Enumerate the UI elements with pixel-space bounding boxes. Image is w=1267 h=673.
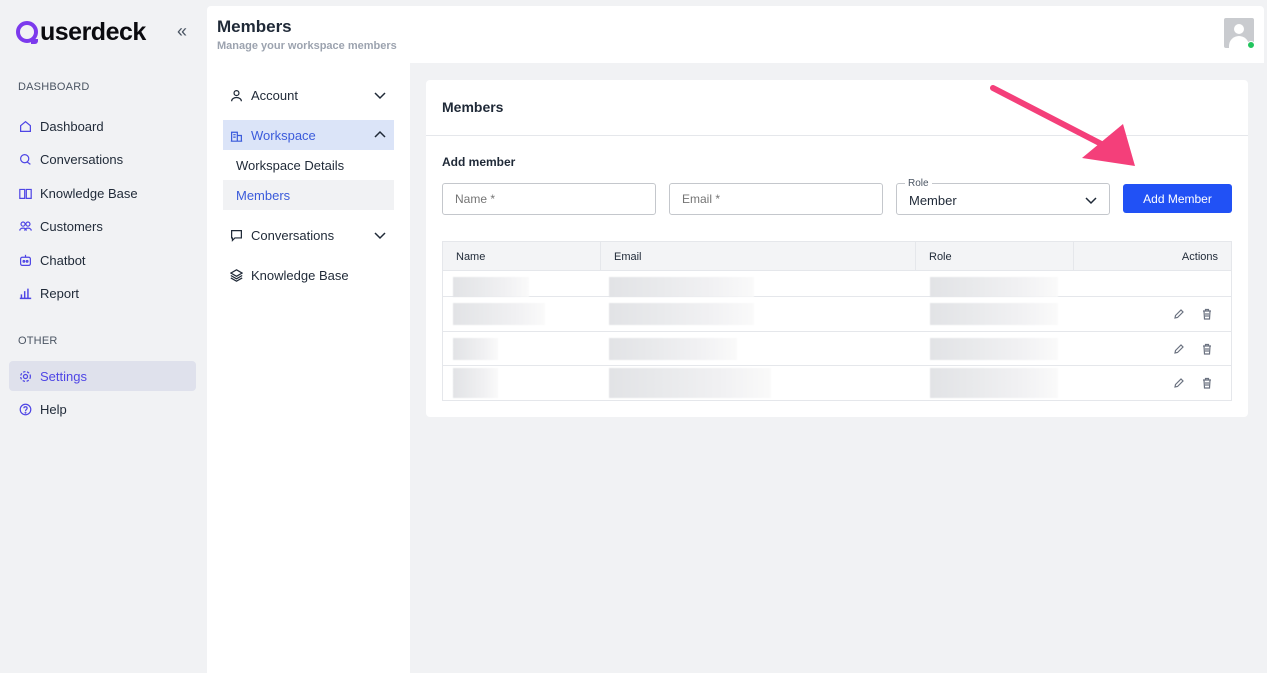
home-icon: [20, 120, 31, 132]
page-subtitle: Manage your workspace members: [217, 40, 397, 52]
edit-pencil-icon[interactable]: [1173, 377, 1185, 389]
book-icon: [19, 188, 32, 199]
sidebar-item-label: Report: [40, 285, 80, 301]
sidebar-item-chatbot[interactable]: Chatbot: [9, 245, 196, 275]
subnav-label: Account: [251, 87, 298, 103]
role-select-value: Member: [909, 193, 957, 208]
divider: [426, 135, 1248, 136]
sidebar-item-help[interactable]: Help: [9, 394, 196, 424]
sidebar-item-label: Customers: [40, 218, 103, 234]
sidebar-item-report[interactable]: Report: [9, 278, 196, 308]
name-field[interactable]: [442, 183, 656, 215]
sidebar: userdeck « DASHBOARD Dashboard Conversat…: [0, 0, 206, 673]
row-actions: [1074, 332, 1231, 365]
subnav-members[interactable]: Members: [223, 180, 394, 210]
layers-icon: [230, 268, 243, 282]
redacted-role: [916, 297, 1074, 331]
column-header-actions: Actions: [1181, 250, 1218, 263]
subnav-label: Workspace: [251, 127, 316, 143]
column-header-name[interactable]: Name: [443, 242, 601, 271]
redacted-email: [601, 271, 916, 297]
subnav-label: Conversations: [251, 227, 335, 243]
sidebar-item-label: Settings: [40, 368, 87, 384]
add-member-button[interactable]: Add Member: [1123, 184, 1232, 213]
sidebar-item-label: Knowledge Base: [40, 185, 138, 201]
redacted-name: [443, 332, 601, 365]
trash-icon[interactable]: [1201, 308, 1213, 320]
table-row: [443, 297, 1231, 332]
subnav-workspace[interactable]: Workspace: [223, 120, 394, 150]
page-header: Members Manage your workspace members: [207, 6, 1264, 63]
sidebar-item-label: Chatbot: [40, 252, 86, 268]
gear-icon: [20, 370, 31, 382]
subnav-knowledge-base[interactable]: Knowledge Base: [223, 260, 394, 290]
sidebar-item-customers[interactable]: Customers: [9, 211, 196, 241]
subnav-account[interactable]: Account: [223, 80, 394, 110]
building-icon: [230, 131, 243, 142]
redacted-name: [443, 366, 601, 400]
row-actions: [1074, 271, 1231, 296]
subnav-conversations[interactable]: Conversations: [223, 220, 394, 250]
add-member-heading: Add member: [442, 155, 516, 169]
section-label-other: OTHER: [18, 335, 58, 347]
redacted-name: [443, 297, 601, 331]
edit-pencil-icon[interactable]: [1173, 308, 1185, 320]
row-actions: [1074, 366, 1231, 400]
table-row: [443, 332, 1231, 366]
table-header: Name Email Role Actions: [443, 242, 1231, 271]
role-select[interactable]: Role Member: [896, 178, 1110, 215]
subnav-label: Knowledge Base: [251, 267, 349, 283]
bar-chart-icon: [19, 288, 32, 299]
redacted-role: [916, 366, 1074, 400]
section-label-dashboard: DASHBOARD: [18, 81, 90, 93]
card-title: Members: [442, 99, 504, 115]
trash-icon[interactable]: [1201, 377, 1213, 389]
logo-text: userdeck: [40, 18, 146, 46]
redacted-name: [443, 271, 601, 297]
chevron-down-icon: [1085, 197, 1097, 205]
chevron-down-icon: [374, 92, 386, 100]
members-table: Name Email Role Actions: [442, 241, 1232, 401]
chevron-up-icon: [374, 130, 386, 138]
main-content: Members Add member Role Member Add Membe…: [410, 63, 1265, 673]
members-card: Members Add member Role Member Add Membe…: [426, 80, 1248, 417]
sidebar-item-settings[interactable]: Settings: [9, 361, 196, 391]
bot-icon: [20, 254, 31, 266]
user-icon: [231, 89, 242, 101]
chevron-down-icon: [374, 232, 386, 240]
trash-icon[interactable]: [1201, 343, 1213, 355]
users-icon: [19, 220, 32, 231]
help-circle-icon: [19, 403, 32, 415]
sidebar-item-label: Help: [40, 401, 67, 417]
table-row: [443, 271, 1231, 297]
message-square-icon: [231, 229, 242, 242]
redacted-email: [601, 332, 916, 365]
email-field[interactable]: [669, 183, 883, 215]
sidebar-item-dashboard[interactable]: Dashboard: [9, 111, 196, 141]
sidebar-item-label: Dashboard: [40, 118, 104, 134]
page-title: Members: [217, 17, 292, 36]
edit-pencil-icon[interactable]: [1173, 343, 1185, 355]
column-header-email[interactable]: Email: [601, 242, 916, 271]
double-chevron-left-icon[interactable]: «: [177, 22, 187, 40]
sidebar-item-label: Conversations: [40, 151, 124, 167]
logo-mark-icon: [16, 21, 38, 44]
redacted-email: [601, 366, 916, 400]
userdeck-logo[interactable]: userdeck: [16, 18, 146, 46]
settings-subnav: Account Workspace Workspace Details Memb…: [207, 63, 410, 673]
redacted-role: [916, 332, 1074, 365]
redacted-role: [916, 271, 1074, 297]
column-header-role[interactable]: Role: [916, 242, 1074, 271]
table-row: [443, 366, 1231, 400]
subnav-workspace-details[interactable]: Workspace Details: [223, 150, 394, 180]
sidebar-item-conversations[interactable]: Conversations: [9, 144, 196, 174]
redacted-email: [601, 297, 916, 331]
chat-icon: [20, 153, 31, 165]
role-select-label: Role: [905, 178, 932, 189]
row-actions: [1074, 297, 1231, 331]
sidebar-item-knowledge-base[interactable]: Knowledge Base: [9, 178, 196, 208]
online-status-dot: [1247, 41, 1255, 49]
